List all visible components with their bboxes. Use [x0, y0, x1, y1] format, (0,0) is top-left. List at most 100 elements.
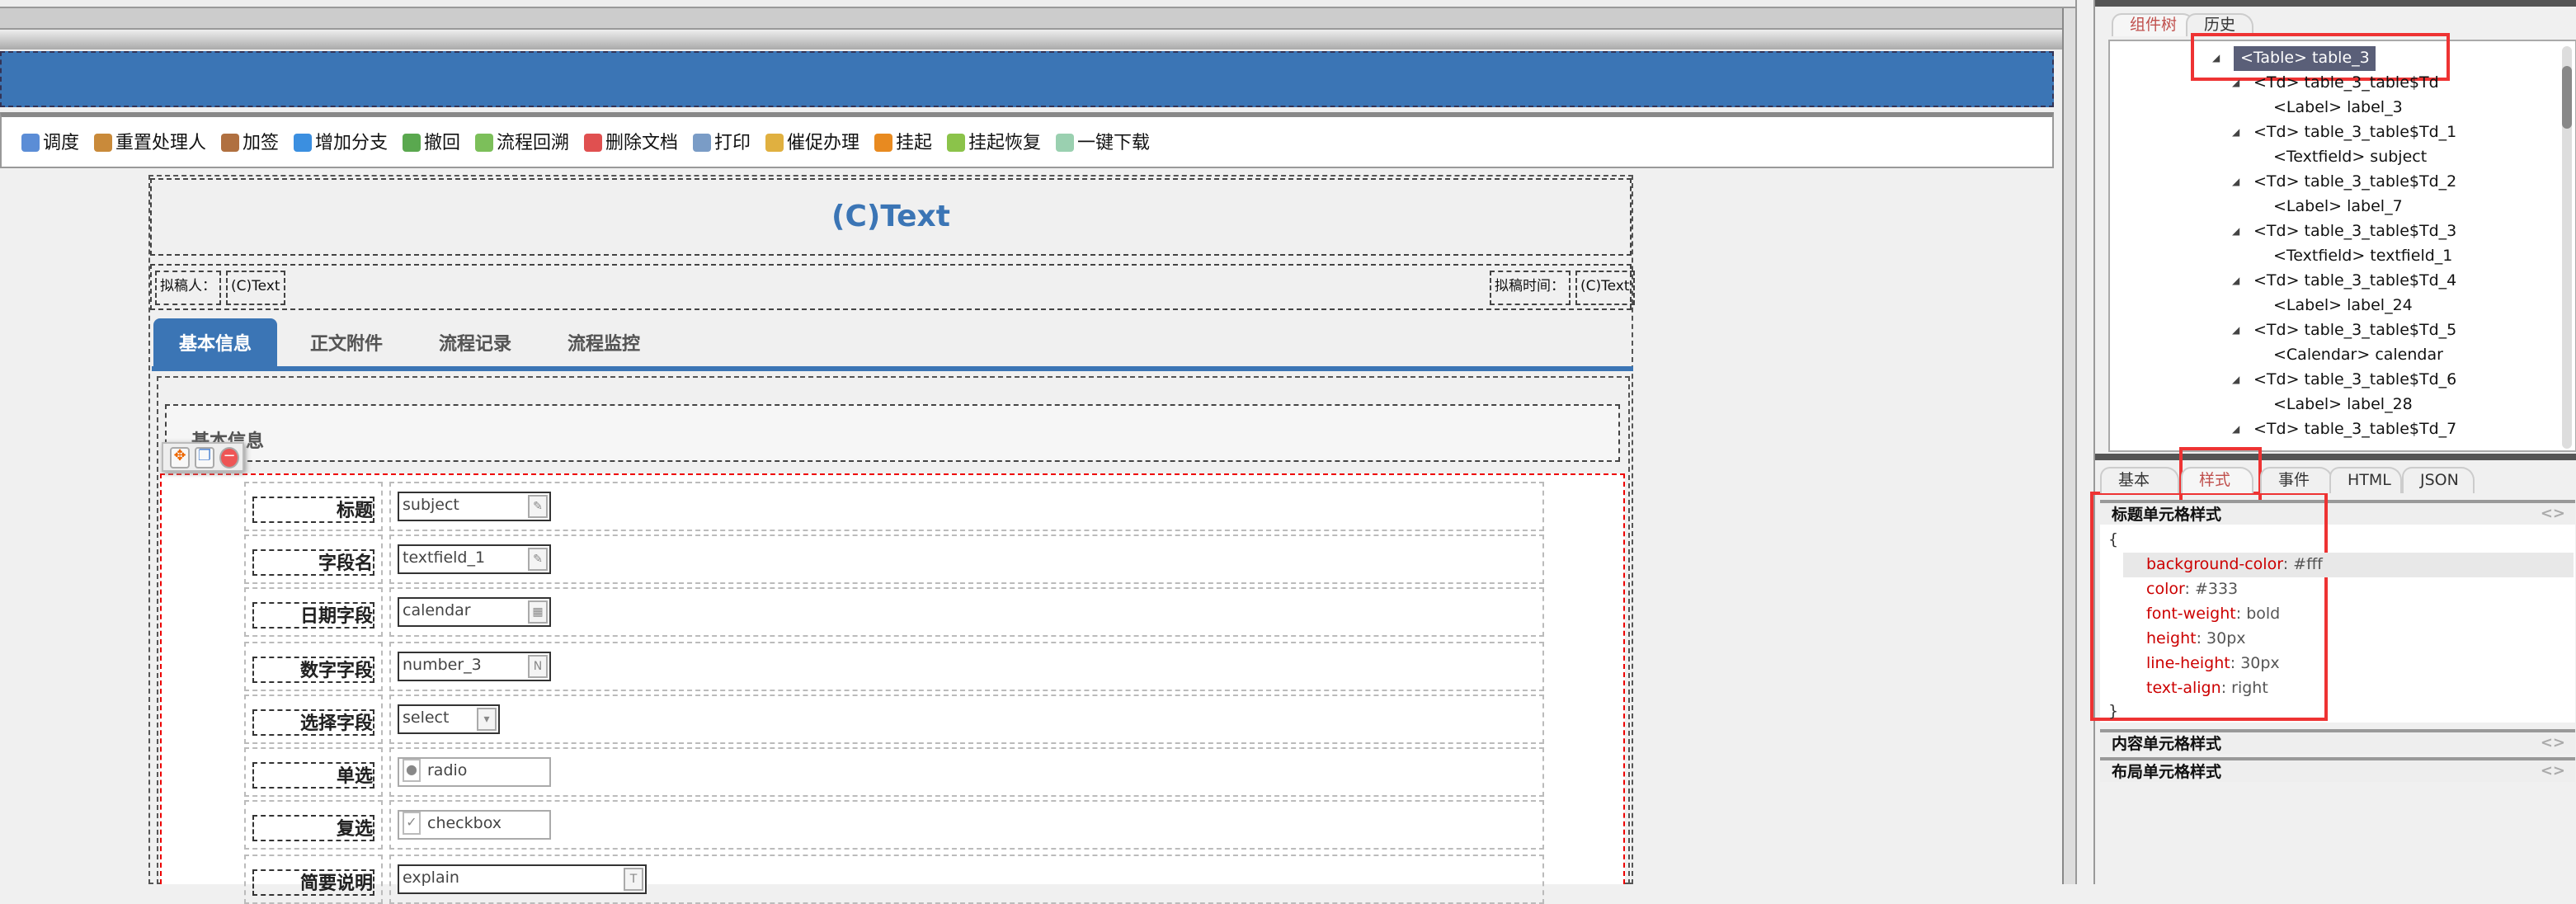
value-cell[interactable]: explain T	[389, 855, 1544, 904]
value-cell[interactable]: ● radio	[389, 747, 1544, 797]
tab-basic[interactable]: 基本	[2100, 467, 2179, 493]
expand-triangle-icon[interactable]: ◢	[2232, 170, 2239, 195]
label-cell[interactable]: 选择字段	[244, 694, 383, 744]
tree-node[interactable]: ◢ <Td> table_3_table$Td_3	[2232, 219, 2456, 244]
tab-events[interactable]: 事件	[2260, 467, 2333, 493]
css-property[interactable]: background-color: #fff	[2123, 553, 2574, 577]
tree-node[interactable]: ◢ <Td> table_3_table$Td_7	[2232, 417, 2456, 442]
label-cell[interactable]: 简要说明	[244, 855, 383, 904]
content-cell-style-header[interactable]: 内容单元格样式 <>	[2100, 729, 2575, 754]
toolbar-button-2[interactable]: 加签	[221, 129, 279, 155]
calendar-icon[interactable]: ▦	[528, 600, 548, 624]
tree-node[interactable]: ◢ <Td> table_3_table$Td_4	[2232, 269, 2456, 294]
tree-node[interactable]: <Calendar> calendar	[2273, 343, 2443, 368]
number-icon[interactable]: N	[528, 655, 548, 678]
value-cell[interactable]: subject ✎	[389, 482, 1544, 531]
toolbar-button-9[interactable]: 挂起	[874, 129, 932, 155]
tree-node[interactable]: <Label> label_7	[2273, 195, 2403, 219]
tree-node[interactable]: ◢ <Td> table_3_table$Td_1	[2232, 120, 2456, 145]
canvas-scrollbar[interactable]	[2062, 8, 2075, 884]
tree-node[interactable]: <Label> label_28	[2273, 393, 2413, 417]
textarea-icon[interactable]: T	[624, 868, 643, 891]
tree-node[interactable]: ◢ <Table> table_3	[2212, 46, 2376, 71]
tab-history[interactable]: 历史	[2186, 13, 2254, 36]
tab-style[interactable]: 样式	[2181, 467, 2253, 493]
dropdown-icon[interactable]: ▾	[477, 708, 497, 731]
tree-node[interactable]: ◢ <Td> table_3_table$Td_6	[2232, 368, 2456, 393]
toolbar-button-5[interactable]: 流程回溯	[475, 129, 569, 155]
drafter-label[interactable]: 拟稿人：	[155, 271, 222, 305]
form-header-banner[interactable]	[0, 51, 2054, 107]
tree-node[interactable]: <Textfield> subject	[2273, 145, 2427, 170]
tree-node[interactable]: ◢ <Td> table_3_table$Td	[2232, 71, 2439, 96]
expand-triangle-icon[interactable]: ◢	[2232, 318, 2239, 343]
field-input-calendar[interactable]: calendar ▦	[398, 597, 551, 627]
title-cell-style-header[interactable]: 标题单元格样式 <>	[2100, 500, 2575, 525]
panel-divider[interactable]	[2075, 0, 2095, 884]
label-cell[interactable]: 单选	[244, 747, 383, 797]
draft-time-value[interactable]: (C)Text	[1575, 271, 1635, 305]
label-cell[interactable]: 日期字段	[244, 587, 383, 637]
draft-time-label[interactable]: 拟稿时间：	[1490, 271, 1571, 305]
tab-json[interactable]: JSON	[2402, 467, 2475, 493]
code-toggle-icon[interactable]: <>	[2541, 732, 2565, 757]
expand-triangle-icon[interactable]: ◢	[2232, 219, 2239, 244]
value-cell[interactable]: select ▾	[389, 694, 1544, 744]
value-cell[interactable]: ✓ checkbox	[389, 800, 1544, 850]
css-property[interactable]: line-height: 30px	[2123, 652, 2574, 676]
tree-scrollbar-thumb[interactable]	[2562, 66, 2572, 129]
value-cell[interactable]: textfield_1 ✎	[389, 534, 1544, 584]
css-property[interactable]: text-align: right	[2123, 676, 2574, 701]
expand-triangle-icon[interactable]: ◢	[2212, 46, 2220, 71]
field-input-radio[interactable]: ● radio	[398, 757, 551, 787]
toolbar-button-7[interactable]: 打印	[693, 129, 751, 155]
toolbar-button-8[interactable]: 催促办理	[765, 129, 859, 155]
tab-basic-info[interactable]: 基本信息	[153, 318, 277, 366]
tab-process-monitor[interactable]: 流程监控	[567, 318, 640, 366]
tab-html[interactable]: HTML	[2329, 467, 2402, 493]
tab-component-tree[interactable]: 组件树	[2112, 13, 2196, 36]
css-property[interactable]: font-weight: bold	[2123, 602, 2574, 627]
field-input-textfield_1[interactable]: textfield_1 ✎	[398, 544, 551, 574]
move-icon[interactable]: ✥	[170, 446, 190, 468]
expand-triangle-icon[interactable]: ◢	[2232, 417, 2239, 442]
css-property[interactable]: color: #333	[2123, 577, 2574, 602]
layout-cell-style-header[interactable]: 布局单元格样式 <>	[2100, 757, 2575, 782]
tree-node[interactable]: <Label> label_3	[2273, 96, 2403, 120]
field-input-subject[interactable]: subject ✎	[398, 492, 551, 521]
toolbar-button-11[interactable]: 一键下载	[1056, 129, 1150, 155]
tab-attachments[interactable]: 正文附件	[310, 318, 383, 366]
label-cell[interactable]: 复选	[244, 800, 383, 850]
toolbar-button-10[interactable]: 挂起恢复	[947, 129, 1041, 155]
code-toggle-icon[interactable]: <>	[2541, 760, 2565, 785]
tree-node[interactable]: ◢ <Td> table_3_table$Td_5	[2232, 318, 2456, 343]
tree-node[interactable]: ◢ <Td> table_3_table$Td_2	[2232, 170, 2456, 195]
field-input-explain[interactable]: explain T	[398, 864, 647, 894]
label-cell[interactable]: 标题	[244, 482, 383, 531]
toolbar-button-4[interactable]: 撤回	[403, 129, 460, 155]
copy-icon[interactable]: ❐	[195, 446, 214, 468]
label-cell[interactable]: 字段名	[244, 534, 383, 584]
toolbar-button-3[interactable]: 增加分支	[294, 129, 388, 155]
label-cell[interactable]: 数字字段	[244, 642, 383, 691]
toolbar-button-6[interactable]: 删除文档	[584, 129, 678, 155]
expand-triangle-icon[interactable]: ◢	[2232, 269, 2239, 294]
panel-separator[interactable]	[2095, 454, 2576, 460]
field-input-checkbox[interactable]: ✓ checkbox	[398, 810, 551, 840]
css-property[interactable]: height: 30px	[2123, 627, 2574, 652]
tree-node[interactable]: <Textfield> textfield_1	[2273, 244, 2452, 269]
value-cell[interactable]: number_3 N	[389, 642, 1544, 691]
tab-process-record[interactable]: 流程记录	[439, 318, 511, 366]
expand-triangle-icon[interactable]: ◢	[2232, 71, 2239, 96]
section-header[interactable]: 基本信息	[165, 404, 1620, 462]
text-edit-icon[interactable]: ✎	[528, 548, 548, 571]
form-title[interactable]: (C)Text	[150, 178, 1632, 256]
field-input-select[interactable]: select ▾	[398, 704, 500, 734]
delete-icon[interactable]: −	[219, 446, 239, 468]
field-input-number_3[interactable]: number_3 N	[398, 652, 551, 681]
value-cell[interactable]: calendar ▦	[389, 587, 1544, 637]
tree-node[interactable]: <Label> label_24	[2273, 294, 2413, 318]
drafter-value[interactable]: (C)Text	[226, 271, 285, 305]
toolbar-button-0[interactable]: 调度	[21, 129, 79, 155]
expand-triangle-icon[interactable]: ◢	[2232, 368, 2239, 393]
